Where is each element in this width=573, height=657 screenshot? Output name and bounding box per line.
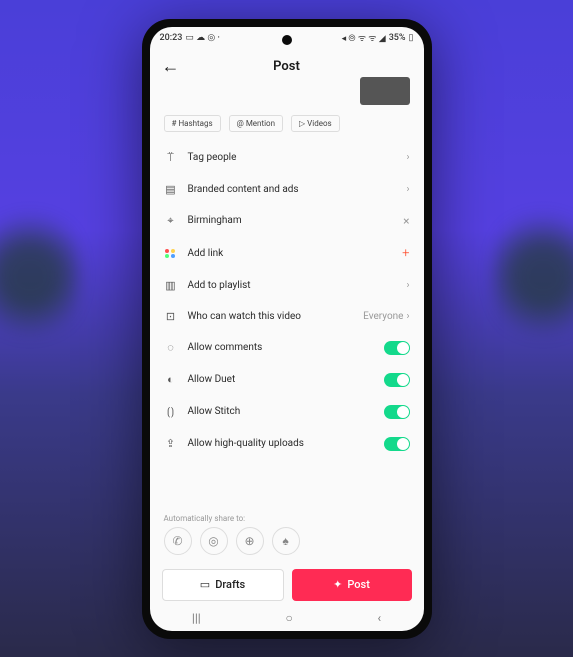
instagram-share[interactable]: ◎ [200, 527, 228, 555]
duet-icon: ◐ [164, 373, 178, 386]
location-pin-icon: ⌖ [164, 214, 178, 228]
duet-toggle[interactable] [384, 373, 410, 387]
chevron-right-icon: › [406, 280, 409, 291]
video-thumbnail[interactable] [360, 77, 410, 105]
videos-chip[interactable]: ▷Videos [291, 115, 340, 132]
stitch-row: ⟮⟯ Allow Stitch [164, 396, 410, 428]
row-label: Birmingham [188, 215, 394, 226]
playlist-row[interactable]: ▥ Add to playlist › [164, 270, 410, 301]
hash-icon: # [172, 119, 177, 128]
drafts-label: Drafts [215, 578, 245, 591]
snapchat-share[interactable]: ♠ [272, 527, 300, 555]
whatsapp-icon: ✆ [172, 534, 182, 548]
snapchat-icon: ♠ [282, 534, 288, 548]
add-link-row[interactable]: Add link + [164, 237, 410, 270]
android-navbar: ||| ○ ‹ [150, 605, 424, 631]
row-label: Who can watch this video [188, 311, 354, 322]
screen: 20:23 ▭ ☁ ◎ · ◂ ⦾ ᯤ ᯤ ◢ 35% ▯ ← Post #Ha… [150, 27, 424, 631]
battery-icon: ▯ [409, 33, 414, 43]
row-label: Allow comments [188, 342, 374, 353]
status-signal-icon: ◂ ⦾ ᯤ ᯤ ◢ [342, 31, 386, 44]
row-label: Branded content and ads [188, 184, 397, 195]
close-icon[interactable]: × [403, 214, 409, 228]
row-label: Add to playlist [188, 280, 397, 291]
play-icon: ▷ [299, 119, 305, 128]
back-nav-button[interactable]: ‹ [378, 611, 382, 625]
playlist-icon: ▥ [164, 279, 178, 292]
hq-toggle[interactable] [384, 437, 410, 451]
status-notif-icon: ▭ ☁ ◎ · [185, 33, 220, 43]
privacy-value: Everyone [363, 311, 403, 322]
sparkle-icon: ✦ [333, 578, 342, 591]
comments-row: ◌ Allow comments [164, 332, 410, 364]
row-label: Allow Stitch [188, 406, 374, 417]
recent-apps-button[interactable]: ||| [192, 611, 201, 625]
stitch-toggle[interactable] [384, 405, 410, 419]
stories-icon: ⊕ [244, 534, 254, 548]
link-icon [164, 249, 178, 258]
camera-cutout [282, 35, 292, 45]
chevron-right-icon: › [406, 311, 409, 322]
comment-icon: ◌ [164, 341, 178, 354]
duet-row: ◐ Allow Duet [164, 364, 410, 396]
upload-icon: ⇪ [164, 437, 178, 450]
status-battery: 35% [389, 33, 406, 43]
hq-uploads-row: ⇪ Allow high-quality uploads [164, 428, 410, 460]
person-icon: ⍡ [164, 151, 178, 165]
whatsapp-share[interactable]: ✆ [164, 527, 192, 555]
drafts-icon: ▭ [200, 578, 210, 591]
stories-share[interactable]: ⊕ [236, 527, 264, 555]
chevron-right-icon: › [406, 184, 409, 195]
drafts-button[interactable]: ▭ Drafts [162, 569, 284, 601]
privacy-row[interactable]: ⊡ Who can watch this video Everyone › [164, 301, 410, 332]
chevron-right-icon: › [406, 152, 409, 163]
stitch-icon: ⟮⟯ [164, 405, 178, 419]
at-icon: @ [237, 119, 244, 128]
post-button[interactable]: ✦ Post [292, 569, 412, 601]
instagram-icon: ◎ [208, 534, 218, 548]
share-hint: Automatically share to: [150, 508, 424, 527]
briefcase-icon: ▤ [164, 183, 178, 196]
share-icons-row: ✆ ◎ ⊕ ♠ [150, 527, 424, 563]
comments-toggle[interactable] [384, 341, 410, 355]
hashtags-chip[interactable]: #Hashtags [164, 115, 221, 132]
back-button[interactable]: ← [162, 56, 180, 77]
row-label: Add link [188, 248, 393, 259]
mention-chip[interactable]: @Mention [229, 115, 283, 132]
page-title: Post [273, 59, 300, 74]
post-label: Post [347, 578, 370, 591]
tag-people-row[interactable]: ⍡ Tag people › [164, 142, 410, 174]
plus-icon: + [402, 246, 409, 261]
location-row[interactable]: ⌖ Birmingham × [164, 205, 410, 237]
footer: ▭ Drafts ✦ Post [150, 563, 424, 605]
phone-frame: 20:23 ▭ ☁ ◎ · ◂ ⦾ ᯤ ᯤ ◢ 35% ▯ ← Post #Ha… [142, 19, 432, 639]
lock-icon: ⊡ [164, 310, 178, 323]
status-time: 20:23 [160, 33, 183, 43]
row-label: Tag people [188, 152, 397, 163]
branded-content-row[interactable]: ▤ Branded content and ads › [164, 174, 410, 205]
row-label: Allow Duet [188, 374, 374, 385]
settings-list: ⍡ Tag people › ▤ Branded content and ads… [150, 142, 424, 508]
row-label: Allow high-quality uploads [188, 438, 374, 449]
home-button[interactable]: ○ [285, 611, 292, 625]
